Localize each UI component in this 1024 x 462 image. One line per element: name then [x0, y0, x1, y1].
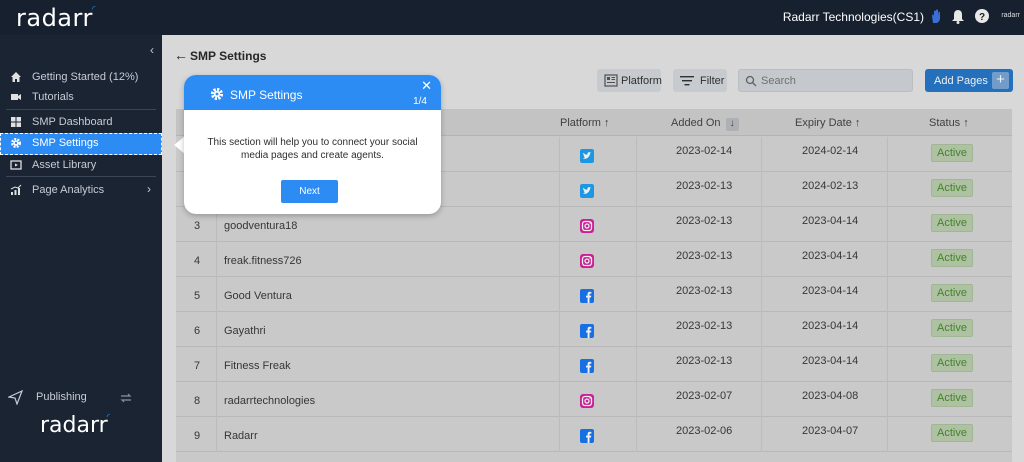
gear-icon [11, 138, 21, 148]
app-logo[interactable]: radarr◜ [16, 4, 97, 32]
home-icon [11, 72, 21, 82]
tooltip-header: SMP Settings ✕ 1/4 [184, 75, 441, 110]
help-icon[interactable]: ? [974, 8, 990, 24]
sidebar-item-label: Getting Started (12%) [32, 71, 139, 83]
sidebar-item-page-analytics[interactable]: Page Analytics › [0, 180, 162, 202]
sidebar-item-smp-settings[interactable]: SMP Settings [0, 133, 162, 155]
grid-icon [11, 117, 21, 127]
collapse-sidebar-icon[interactable]: ‹ [150, 43, 154, 57]
video-icon [11, 94, 21, 100]
sidebar-item-tutorials[interactable]: Tutorials [0, 87, 162, 109]
mini-logo: radarr [1001, 12, 1020, 19]
tooltip-body: This section will help you to connect yo… [207, 137, 418, 161]
sidebar-item-asset-library[interactable]: Asset Library [0, 155, 162, 177]
sidebar-item-label: Publishing [36, 391, 87, 403]
tooltip-step-counter: 1/4 [413, 96, 427, 107]
sidebar-item-getting-started[interactable]: Getting Started (12%) [0, 67, 162, 89]
sidebar-item-label: SMP Dashboard [32, 116, 113, 128]
sidebar-divider [6, 109, 156, 110]
tooltip-title: SMP Settings [230, 88, 303, 102]
svg-text:?: ? [979, 12, 985, 23]
sidebar-item-publishing[interactable]: Publishing [0, 387, 162, 409]
sidebar-item-label: Asset Library [32, 159, 97, 171]
hand-wave-icon[interactable] [928, 8, 944, 24]
analytics-icon [10, 184, 22, 195]
sidebar-divider [6, 176, 156, 177]
sidebar-item-label: SMP Settings [32, 137, 99, 149]
sidebar-item-label: Tutorials [32, 91, 74, 103]
chevron-right-icon: › [147, 182, 151, 196]
library-icon [10, 160, 22, 170]
bottom-logo: radarr◜ [40, 412, 110, 438]
close-icon[interactable]: ✕ [421, 78, 432, 94]
sidebar: ‹ Getting Started (12%) Tutorials SMP Da… [0, 35, 162, 462]
sidebar-item-label: Page Analytics [32, 184, 105, 196]
bell-icon[interactable] [950, 8, 966, 24]
organization-name[interactable]: Radarr Technologies(CS1) [783, 10, 924, 24]
onboarding-tooltip: SMP Settings ✕ 1/4 This section will hel… [184, 75, 441, 214]
gear-icon [210, 87, 224, 101]
send-icon [8, 390, 23, 405]
top-bar: radarr◜ Radarr Technologies(CS1) ? radar… [0, 0, 1024, 35]
sidebar-item-smp-dashboard[interactable]: SMP Dashboard [0, 112, 162, 134]
next-button[interactable]: Next [281, 180, 338, 203]
switch-icon[interactable] [120, 392, 132, 404]
